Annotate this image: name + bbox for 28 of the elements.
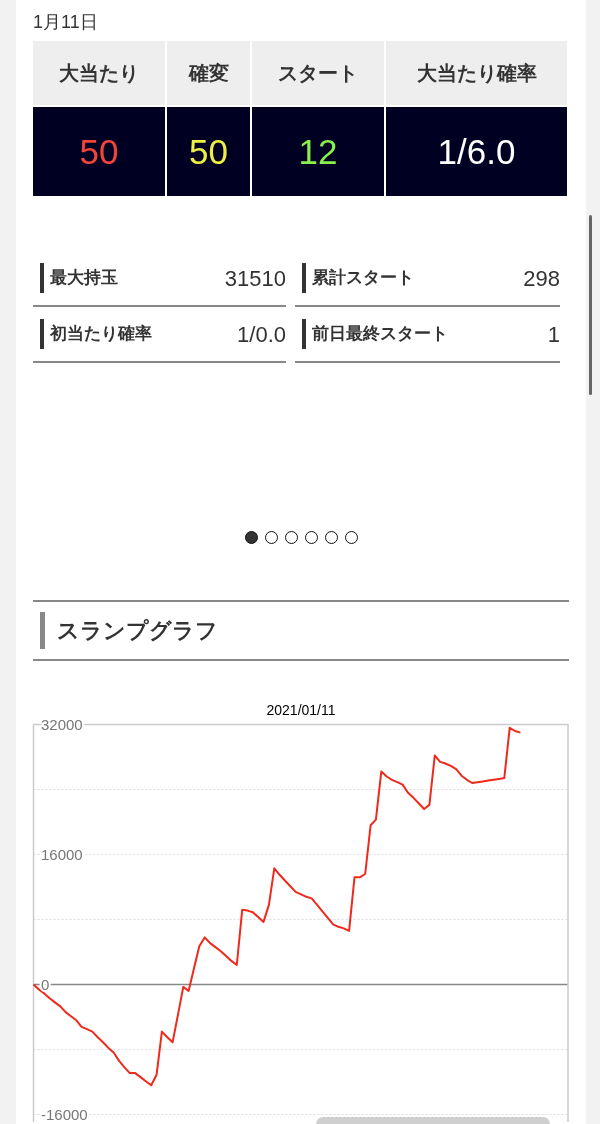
column-header: スタート [252, 41, 384, 105]
stat-label: 前日最終スタート [312, 323, 448, 346]
cell-value: 50 [189, 131, 228, 172]
stat-value: 1 [547, 320, 560, 349]
cell-value: 50 [79, 131, 119, 172]
column-header: 確変 [167, 41, 250, 105]
axis-label: 16000 [41, 845, 83, 863]
stat-label: 累計スタート [312, 267, 414, 290]
stat-value: 298 [523, 264, 560, 293]
stat-value: 31510 [224, 264, 286, 293]
column-header: 大当たり [33, 41, 165, 105]
axis-label: -16000 [41, 1105, 88, 1123]
column-header: 大当たり確率 [386, 41, 567, 105]
label-marker [40, 263, 44, 293]
label-marker [40, 319, 44, 349]
stat-value: 1/0.0 [237, 320, 286, 349]
heading-marker [40, 612, 45, 649]
axis-label: 32000 [41, 715, 83, 733]
label-marker [302, 319, 306, 349]
scrollbar[interactable] [589, 215, 592, 395]
cell-value: 12 [298, 131, 338, 172]
cell-value: 1/6.0 [437, 131, 516, 172]
section-heading: スランプグラフ [57, 616, 218, 645]
chart-title: 2021/01/11 [266, 701, 336, 720]
label-marker [302, 263, 306, 293]
date-label: 1月11日 [33, 11, 98, 34]
stat-label: 最大持玉 [50, 267, 118, 290]
stat-label: 初当たり確率 [50, 323, 152, 346]
